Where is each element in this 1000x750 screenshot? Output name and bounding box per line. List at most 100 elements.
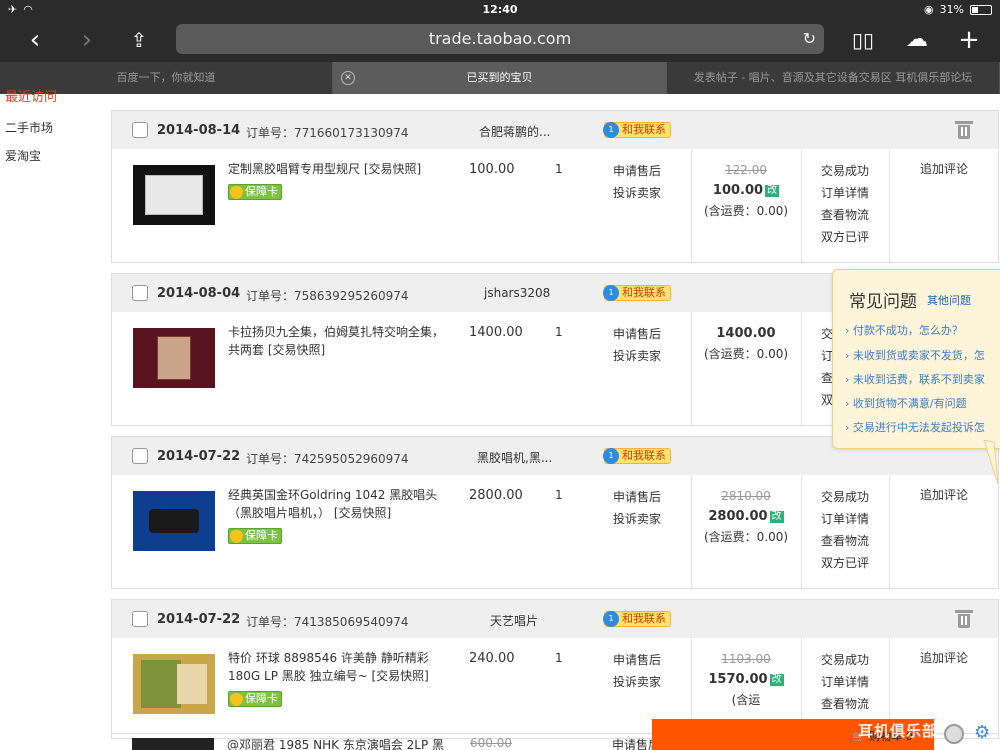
product-thumbnail[interactable]	[132, 738, 214, 750]
order-checkbox[interactable]	[132, 611, 148, 627]
faq-question[interactable]: › 交易进行中无法发起投诉怎	[845, 419, 985, 435]
unit-price: 240.00	[469, 651, 515, 666]
forward-icon[interactable]: ›	[70, 24, 104, 58]
recent-visits-heading: 最近访问	[5, 90, 58, 105]
seller-name[interactable]: 黑胶唱机,黑...	[477, 449, 552, 466]
bookmarks-icon[interactable]: ▯▯	[846, 24, 880, 58]
forum-watermark: 耳机俱乐部	[858, 722, 939, 740]
total-price: 100.00	[712, 183, 764, 198]
complain-seller-link[interactable]: 投诉卖家	[613, 671, 661, 693]
icloud-tabs-icon[interactable]: ☁	[900, 24, 934, 58]
faq-question[interactable]: › 付款不成功，怎么办？	[845, 322, 963, 338]
order-number: 订单号：742595052960974	[246, 452, 409, 466]
order-details-link[interactable]: 订单详情	[821, 182, 869, 204]
product-thumbnail[interactable]	[133, 165, 215, 225]
add-review-link[interactable]: 追加评论	[920, 486, 968, 503]
after-sale-link[interactable]: 申请售后	[613, 486, 661, 508]
trash-icon[interactable]	[955, 121, 973, 139]
price-changed-badge: 改	[769, 674, 784, 686]
faq-question[interactable]: › 未收到话费，联系不到卖家	[845, 371, 985, 387]
contact-me-button[interactable]: 1 和我联系	[603, 285, 671, 301]
faq-question[interactable]: › 未收到货或卖家不发货，怎	[845, 347, 985, 363]
complain-seller-link[interactable]: 投诉卖家	[613, 508, 661, 530]
order-checkbox[interactable]	[132, 122, 148, 138]
after-sale-link[interactable]: 申请售后	[613, 649, 661, 671]
seller-name[interactable]: 天艺唱片	[490, 612, 538, 629]
product-title[interactable]: 卡拉扬贝九全集，伯姆莫扎特交响全集，共两套 [交易快照]	[228, 323, 448, 359]
back-icon[interactable]: ‹	[18, 24, 52, 58]
add-review-link[interactable]: 追加评论	[920, 649, 968, 666]
seller-name[interactable]: 合肥蒋鹏的...	[479, 123, 550, 140]
nav-second-hand-market[interactable]: 二手市场	[5, 119, 53, 136]
trade-status: 交易成功	[821, 653, 870, 667]
total-price: 1400.00	[716, 326, 776, 341]
close-tab-icon[interactable]: ✕	[341, 71, 355, 85]
trash-icon[interactable]	[955, 610, 973, 628]
product-title[interactable]: 特价 环球 8898546 许美静 静听精彩 180G LP 黑胶 独立编号~ …	[228, 649, 448, 685]
order-card: 2014-07-22 订单号：741385069540974 天艺唱片 1 和我联…	[111, 599, 999, 740]
product-title[interactable]: 定制黑胶唱臂专用型规尺 [交易快照]	[228, 160, 448, 178]
order-checkbox[interactable]	[132, 285, 148, 301]
quantity: 1	[555, 325, 563, 339]
chat-icon: 1	[603, 122, 619, 138]
order-body: 定制黑胶唱臂专用型规尺 [交易快照] 保障卡 100.00 1 申请售后 投诉卖…	[112, 149, 998, 264]
order-details-link[interactable]: 订单详情	[821, 508, 869, 530]
complain-seller-link[interactable]: 投诉卖家	[613, 345, 661, 367]
status-bar: ✈ ◠ 12:40 ◉ 31%	[0, 0, 1000, 20]
unit-price: 2800.00	[469, 488, 523, 503]
view-logistics-link[interactable]: 查看物流	[821, 204, 869, 226]
tab-forum-post[interactable]: 发表帖子 - 唱片、音源及其它设备交易区 耳机俱乐部论坛	[667, 62, 1000, 94]
view-logistics-link[interactable]: 查看物流	[821, 693, 869, 715]
tab-bought-items[interactable]: ✕ 已买到的宝贝	[333, 62, 667, 94]
contact-me-button[interactable]: 1 和我联系	[603, 611, 671, 627]
settings-icon[interactable]: ⚙	[974, 724, 992, 742]
after-sale-link[interactable]: 申请售后	[613, 323, 661, 345]
guarantee-badge: 保障卡	[228, 184, 282, 200]
review-status: 双方已评	[821, 556, 870, 570]
order-date: 2014-08-14	[157, 123, 241, 138]
battery-icon	[970, 4, 992, 15]
shipping-fee: (含运	[731, 693, 761, 707]
left-nav: 最近访问 二手市场 爱淘宝	[0, 90, 104, 750]
contact-me-button[interactable]: 1 和我联系	[603, 122, 671, 138]
total-price: 2800.00	[708, 509, 768, 524]
shield-icon	[230, 530, 243, 543]
guarantee-badge: 保障卡	[228, 691, 282, 707]
add-review-link[interactable]: 追加评论	[920, 160, 968, 177]
shipping-fee: (含运费：0.00)	[703, 204, 789, 218]
product-thumbnail[interactable]	[133, 654, 215, 714]
browser-chrome: ✈ ◠ 12:40 ◉ 31% ‹ › ⇪ trade.taobao.com ↻…	[0, 0, 1000, 94]
order-details-link[interactable]: 订单详情	[821, 671, 869, 693]
product-title[interactable]: @邓丽君 1985 NHK 东京演唱会 2LP 黑	[227, 736, 444, 750]
unit-price: 1400.00	[469, 325, 523, 340]
product-thumbnail[interactable]	[133, 328, 215, 388]
after-sale-link[interactable]: 申请售后	[613, 160, 661, 182]
price-changed-badge: 改	[769, 511, 784, 523]
shipping-fee: (含运费：0.00)	[703, 530, 789, 544]
avatar-icon[interactable]	[944, 724, 964, 744]
order-checkbox[interactable]	[132, 448, 148, 464]
share-icon[interactable]: ⇪	[122, 24, 156, 58]
quantity: 1	[555, 162, 563, 176]
view-logistics-link[interactable]: 查看物流	[821, 530, 869, 552]
order-card: 2014-08-14 订单号：771660173130974 合肥蒋鹏的... …	[111, 110, 999, 264]
faq-pointer	[983, 440, 999, 485]
contact-me-button[interactable]: 1 和我联系	[603, 448, 671, 464]
complain-seller-link[interactable]: 投诉卖家	[613, 182, 661, 204]
address-bar[interactable]: trade.taobao.com ↻	[176, 24, 824, 54]
quantity: 1	[555, 651, 563, 665]
nav-ai-taobao[interactable]: 爱淘宝	[5, 147, 41, 164]
chat-icon: 1	[603, 448, 619, 464]
original-price: 1103.00	[721, 652, 771, 666]
reload-icon[interactable]: ↻	[803, 24, 816, 54]
product-title[interactable]: 经典英国金环Goldring 1042 黑胶唱头（黑胶唱片唱机，） [交易快照]	[228, 486, 448, 522]
seller-name[interactable]: jshars3208	[484, 286, 550, 300]
faq-more-link[interactable]: 其他问题	[927, 292, 971, 308]
faq-question[interactable]: › 收到货物不满意/有问题	[845, 395, 967, 411]
original-price: 122.00	[725, 163, 767, 177]
order-header: 2014-08-14 订单号：771660173130974 合肥蒋鹏的... …	[112, 111, 998, 149]
product-thumbnail[interactable]	[133, 491, 215, 551]
trade-status: 交易成功	[821, 490, 870, 504]
new-tab-icon[interactable]: +	[952, 24, 986, 58]
original-price: 2810.00	[721, 489, 771, 503]
